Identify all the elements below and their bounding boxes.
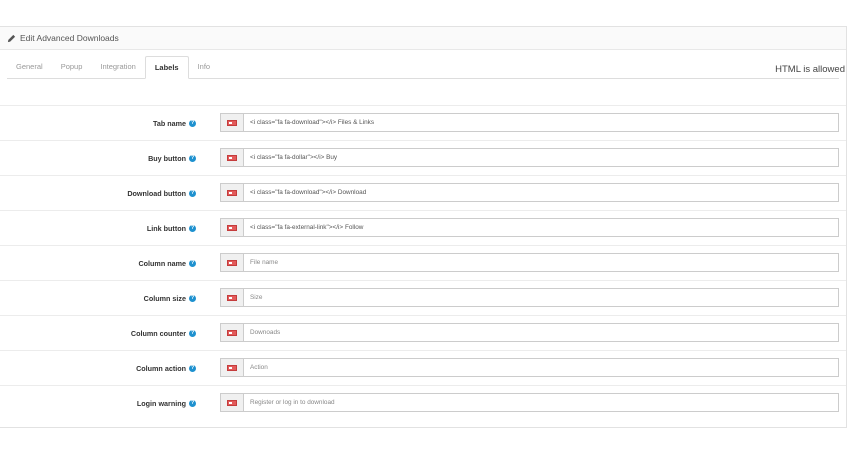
tab-name-input[interactable]: <i class="fa fa-download"></i> Files & L…: [243, 113, 839, 132]
link-button-input[interactable]: <i class="fa fa-external-link"></i> Foll…: [243, 218, 839, 237]
panel-title: Edit Advanced Downloads: [20, 33, 119, 43]
form-row-column-counter: Column counter? Downoads: [0, 315, 846, 350]
form-row-link-button: Link button? <i class="fa fa-external-li…: [0, 210, 846, 245]
tab-bar: General Popup Integration Labels Info: [7, 56, 839, 79]
field-label: Link button?: [146, 223, 196, 233]
language-addon: [220, 358, 243, 377]
language-flag-icon: [227, 294, 237, 301]
input-group: <i class="fa fa-download"></i> Files & L…: [220, 113, 839, 132]
column-counter-input[interactable]: Downoads: [243, 323, 839, 342]
field-label: Download button?: [127, 188, 196, 198]
input-group: Register or log in to download: [220, 393, 839, 412]
language-flag-icon: [227, 329, 237, 336]
tab-labels[interactable]: Labels: [144, 56, 189, 79]
language-flag-icon: [227, 224, 237, 231]
html-allowed-note: HTML is allowed: [775, 64, 845, 75]
language-addon: [220, 288, 243, 307]
field-label: Buy button?: [148, 153, 196, 163]
input-group: Action: [220, 358, 839, 377]
help-icon[interactable]: ?: [189, 329, 196, 337]
help-icon[interactable]: ?: [189, 364, 196, 372]
help-icon[interactable]: ?: [189, 154, 196, 162]
language-addon: [220, 393, 243, 412]
form-row-column-action: Column action? Action: [0, 350, 846, 385]
pencil-icon: [7, 34, 16, 43]
tab-popup[interactable]: Popup: [52, 56, 92, 78]
login-warning-input[interactable]: Register or log in to download: [243, 393, 839, 412]
input-group: File name: [220, 253, 839, 272]
field-label: Tab name?: [152, 118, 196, 128]
language-addon: [220, 113, 243, 132]
input-group: Downoads: [220, 323, 839, 342]
form-row-column-size: Column size? Size: [0, 280, 846, 315]
panel-heading: Edit Advanced Downloads: [0, 27, 846, 50]
buy-button-input[interactable]: <i class="fa fa-dollar"></i> Buy: [243, 148, 839, 167]
form-row-login-warning: Login warning? Register or log in to dow…: [0, 385, 846, 420]
help-icon[interactable]: ?: [189, 224, 196, 232]
column-size-input[interactable]: Size: [243, 288, 839, 307]
field-label: Column size?: [143, 293, 196, 303]
tab-info[interactable]: Info: [189, 56, 220, 78]
language-flag-icon: [227, 154, 237, 161]
help-icon[interactable]: ?: [189, 399, 196, 407]
form-row-buy-button: Buy button? <i class="fa fa-dollar"></i>…: [0, 140, 846, 175]
help-icon[interactable]: ?: [189, 119, 196, 127]
language-addon: [220, 183, 243, 202]
language-addon: [220, 323, 243, 342]
input-group: <i class="fa fa-download"></i> Download: [220, 183, 839, 202]
help-icon[interactable]: ?: [189, 189, 196, 197]
field-label: Column counter?: [130, 328, 196, 338]
input-group: Size: [220, 288, 839, 307]
tab-integration[interactable]: Integration: [91, 56, 144, 78]
download-button-input[interactable]: <i class="fa fa-download"></i> Download: [243, 183, 839, 202]
language-flag-icon: [227, 259, 237, 266]
language-flag-icon: [227, 364, 237, 371]
column-action-input[interactable]: Action: [243, 358, 839, 377]
language-flag-icon: [227, 119, 237, 126]
field-label: Login warning?: [136, 398, 196, 408]
form-row-download-button: Download button? <i class="fa fa-downloa…: [0, 175, 846, 210]
form-row-column-name: Column name? File name: [0, 245, 846, 280]
column-name-input[interactable]: File name: [243, 253, 839, 272]
language-flag-icon: [227, 189, 237, 196]
language-addon: [220, 218, 243, 237]
help-icon[interactable]: ?: [189, 259, 196, 267]
language-addon: [220, 253, 243, 272]
language-addon: [220, 148, 243, 167]
input-group: <i class="fa fa-external-link"></i> Foll…: [220, 218, 839, 237]
field-label: Column name?: [138, 258, 196, 268]
form-row-tab-name: Tab name? <i class="fa fa-download"></i>…: [0, 105, 846, 140]
input-group: <i class="fa fa-dollar"></i> Buy: [220, 148, 839, 167]
tab-general[interactable]: General: [7, 56, 52, 78]
field-label: Column action?: [136, 363, 196, 373]
help-icon[interactable]: ?: [189, 294, 196, 302]
language-flag-icon: [227, 399, 237, 406]
